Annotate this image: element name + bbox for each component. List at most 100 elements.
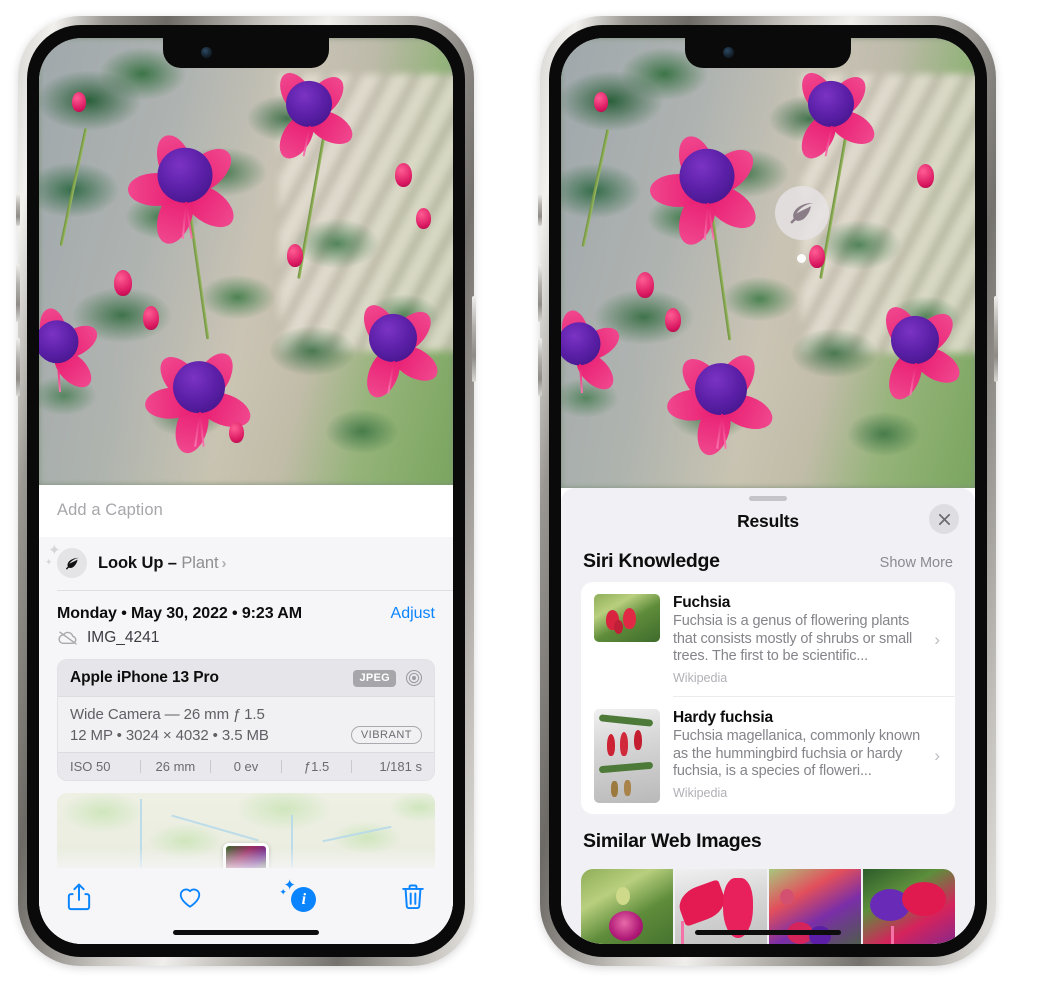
fuchsia-bloom — [263, 56, 358, 164]
knowledge-title: Hardy fuchsia — [673, 709, 773, 727]
side-power-button[interactable] — [472, 296, 476, 382]
aperture-icon — [405, 669, 423, 687]
chevron-right-icon: › — [934, 746, 940, 766]
right-phone-bezel: Results Siri Knowledge Show More Fuchsia… — [549, 25, 987, 957]
volume-up-button[interactable] — [16, 264, 20, 322]
siri-knowledge-title: Siri Knowledge — [583, 550, 720, 572]
knowledge-text: Hardy fuchsia Fuchsia magellanica, commo… — [673, 709, 921, 800]
device-metadata-card[interactable]: Apple iPhone 13 Pro JPEG Wide Camera — 2… — [57, 659, 435, 781]
info-glyph: i — [291, 887, 317, 912]
look-up-dash: – — [163, 553, 182, 572]
notch — [685, 38, 851, 68]
similar-web-images-header: Similar Web Images — [561, 814, 975, 860]
look-up-subject: Plant — [181, 553, 219, 572]
favorite-button[interactable] — [176, 882, 204, 912]
similar-image-thumb[interactable] — [863, 869, 955, 944]
flower-bud — [113, 270, 132, 297]
left-phone-screen: Add a Caption ✦ ✦ Look Up – Plant › Mond… — [39, 38, 453, 944]
flower-bud — [594, 92, 609, 112]
device-card-body: Wide Camera — 26 mm ƒ 1.5 12 MP • 3024 ×… — [58, 697, 434, 752]
flower-bud — [142, 306, 159, 331]
delete-button[interactable] — [399, 882, 427, 912]
knowledge-result-row[interactable]: Fuchsia Fuchsia is a genus of flowering … — [581, 582, 955, 696]
exif-aperture: ƒ1.5 — [303, 759, 330, 774]
knowledge-description: Fuchsia magellanica, commonly known as t… — [673, 728, 920, 780]
look-up-label: Look Up – Plant › — [98, 554, 226, 573]
volume-down-button[interactable] — [16, 338, 20, 396]
home-indicator[interactable] — [173, 930, 319, 935]
knowledge-thumbnail — [594, 709, 660, 804]
leaf-icon — [790, 203, 814, 224]
right-iphone-device: Results Siri Knowledge Show More Fuchsia… — [538, 16, 998, 966]
sparkle-icon: ✦ — [279, 887, 287, 897]
left-iphone-device: Add a Caption ✦ ✦ Look Up – Plant › Mond… — [16, 16, 476, 966]
flower-bud — [72, 91, 87, 112]
sparkle-icon: ✦ — [45, 557, 53, 567]
knowledge-thumbnail — [594, 594, 660, 642]
flower-bud — [395, 163, 413, 188]
leaf-icon: ✦ ✦ — [45, 543, 87, 578]
fuchsia-bloom — [39, 297, 103, 394]
icloud-slash-icon — [58, 631, 77, 645]
similar-web-images-title: Similar Web Images — [583, 830, 762, 853]
left-phone-bezel: Add a Caption ✦ ✦ Look Up – Plant › Mond… — [27, 25, 465, 957]
info-button[interactable]: ✦ ✦ i — [279, 878, 317, 912]
similar-image-thumb[interactable] — [581, 869, 673, 944]
fuchsia-bloom — [143, 333, 255, 457]
show-more-button[interactable]: Show More — [880, 555, 953, 571]
flower-bud — [917, 164, 935, 188]
fuchsia-bloom — [649, 119, 764, 250]
device-name: Apple iPhone 13 Pro — [70, 669, 219, 686]
knowledge-source: Wikipedia — [673, 671, 728, 686]
sparkle-icon: ✦ — [48, 542, 61, 559]
right-phone-screen: Results Siri Knowledge Show More Fuchsia… — [561, 38, 975, 944]
fuchsia-bloom — [785, 56, 880, 165]
photo-datetime: Monday • May 30, 2022 • 9:23 AM — [57, 605, 302, 622]
visual-look-up-badge[interactable] — [775, 186, 829, 240]
size-info: 12 MP • 3024 × 4032 • 3.5 MB — [70, 726, 269, 744]
flower-bud — [287, 243, 304, 267]
results-header: Results — [561, 501, 975, 546]
front-camera-icon — [723, 47, 734, 58]
silence-switch[interactable] — [16, 194, 20, 226]
knowledge-title: Fuchsia — [673, 594, 731, 611]
siri-knowledge-header: Siri Knowledge Show More — [561, 546, 975, 582]
look-up-row[interactable]: ✦ ✦ Look Up – Plant › — [39, 537, 453, 590]
fuchsia-bloom — [867, 290, 966, 405]
flower-bud — [809, 245, 826, 268]
home-indicator[interactable] — [695, 930, 841, 935]
exif-iso: ISO 50 — [70, 759, 111, 774]
photo-filename: IMG_4241 — [87, 629, 160, 646]
fuchsia-bloom — [561, 299, 625, 396]
knowledge-result-row[interactable]: Hardy fuchsia Fuchsia magellanica, commo… — [581, 697, 955, 814]
device-card-badges: JPEG — [353, 669, 423, 687]
fuchsia-bloom — [665, 335, 777, 459]
knowledge-text: Fuchsia Fuchsia is a genus of flowering … — [673, 594, 921, 685]
chevron-right-icon: › — [934, 629, 940, 649]
datetime-row: Monday • May 30, 2022 • 9:23 AM Adjust — [39, 591, 453, 625]
close-button[interactable] — [929, 504, 959, 534]
volume-up-button[interactable] — [538, 264, 542, 322]
photo-viewer[interactable] — [39, 38, 453, 485]
results-title: Results — [737, 511, 799, 531]
fuchsia-bloom — [345, 288, 444, 403]
caption-input[interactable]: Add a Caption — [39, 485, 453, 537]
format-badge: JPEG — [353, 669, 396, 687]
adjust-button[interactable]: Adjust — [391, 605, 435, 623]
device-card-header: Apple iPhone 13 Pro JPEG — [58, 660, 434, 697]
flower-bud — [415, 207, 431, 229]
close-icon — [938, 513, 950, 525]
visual-look-up-anchor-dot — [797, 254, 806, 263]
share-button[interactable] — [65, 882, 93, 912]
photo-viewer[interactable] — [561, 38, 975, 488]
flower-bud — [635, 272, 654, 298]
silence-switch[interactable] — [538, 194, 542, 226]
lens-info: Wide Camera — 26 mm ƒ 1.5 — [70, 706, 265, 723]
location-map-card[interactable] — [57, 793, 435, 873]
look-up-title: Look Up — [98, 553, 164, 572]
fuchsia-bloom — [127, 118, 242, 250]
side-power-button[interactable] — [994, 296, 998, 382]
screenshot-stage: Add a Caption ✦ ✦ Look Up – Plant › Mond… — [0, 0, 1055, 985]
volume-down-button[interactable] — [538, 338, 542, 396]
results-sheet: Results Siri Knowledge Show More Fuchsia… — [561, 488, 975, 944]
